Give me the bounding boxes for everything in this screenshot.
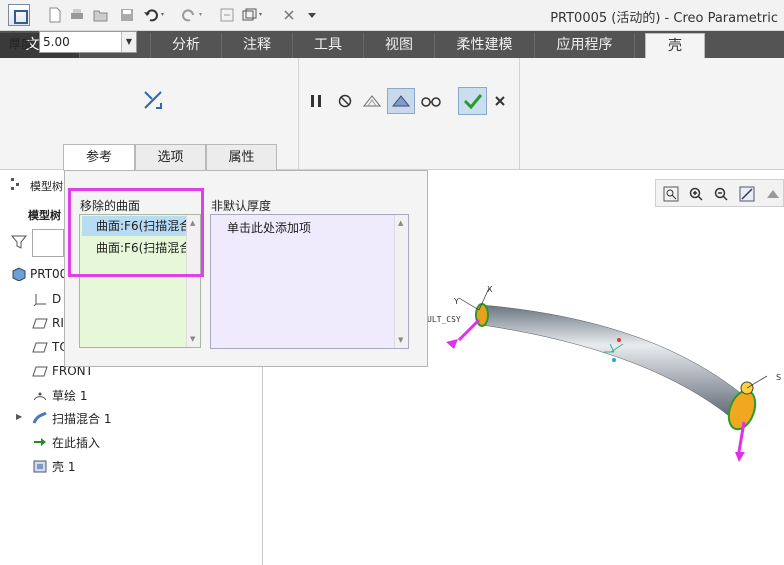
title-bar: PRT0005 (活动的) - Creo Parametric: [0, 0, 784, 31]
zoom-in-icon[interactable]: [686, 184, 706, 204]
subtab-properties[interactable]: 属性: [206, 144, 277, 171]
ok-check-icon[interactable]: [458, 87, 487, 115]
tree-item-shell[interactable]: 壳 1: [32, 456, 75, 476]
swept-blend-icon: [32, 411, 47, 424]
pause-icon[interactable]: [307, 91, 325, 111]
ribbon-divider: [519, 58, 520, 170]
filter-icon[interactable]: [10, 232, 28, 252]
datum-plane-icon: [32, 342, 48, 353]
thickness-dropdown-button[interactable]: ▼: [121, 32, 136, 52]
datum-plane-icon: [32, 366, 48, 377]
swept-pipe-body: [481, 304, 750, 421]
model-tree-title: 模型树: [30, 180, 63, 193]
tree-item-sketch[interactable]: 草绘 1: [32, 385, 87, 405]
undo-icon[interactable]: [142, 5, 168, 25]
end-label: S: [776, 373, 781, 382]
check-model-icon[interactable]: [387, 88, 415, 114]
tab-applications[interactable]: 应用程序: [535, 33, 635, 58]
tab-tools[interactable]: 工具: [293, 33, 364, 58]
non-default-thickness-list[interactable]: 单击此处添加项 ▲ ▼: [210, 214, 409, 349]
expand-arrow-icon[interactable]: ▶: [16, 412, 22, 421]
model-tree-icon: [9, 177, 23, 191]
thickness-label: 厚度: [9, 37, 34, 51]
axis-y-label: Y: [453, 297, 459, 306]
tree-search-input[interactable]: [32, 229, 64, 257]
regenerate-icon[interactable]: [218, 5, 236, 25]
tree-item-right-plane[interactable]: RI: [32, 313, 64, 333]
tree-item-csys[interactable]: D: [32, 289, 61, 309]
tab-shell[interactable]: 壳: [645, 33, 705, 58]
add-item-placeholder[interactable]: 单击此处添加项: [227, 219, 311, 236]
customize-toolbar-icon[interactable]: [304, 5, 320, 25]
save-icon[interactable]: [118, 5, 136, 25]
shell-feature-icon: [33, 460, 47, 473]
tree-item-part[interactable]: PRT00: [10, 264, 67, 284]
graphics-toolbar: [655, 179, 784, 207]
subtab-options[interactable]: 选项: [135, 144, 206, 171]
part-icon: [12, 267, 26, 281]
print-icon[interactable]: [68, 5, 86, 25]
csys-label: ULT_CSY: [427, 315, 461, 324]
model-tree-label: 模型树: [28, 209, 61, 222]
subtab-references[interactable]: 参考: [63, 144, 135, 171]
repaint-icon[interactable]: [737, 184, 757, 204]
close-window-icon[interactable]: [281, 5, 297, 25]
display-style-icon[interactable]: [763, 184, 783, 204]
ribbon-divider: [298, 58, 299, 170]
windows-icon[interactable]: [240, 5, 266, 25]
insert-arrow-icon: [34, 438, 46, 446]
tab-annotate[interactable]: 注释: [222, 33, 293, 58]
tree-item-swept-blend[interactable]: 扫描混合 1: [32, 408, 111, 428]
new-file-icon[interactable]: [46, 5, 64, 25]
datum-plane-icon: [32, 318, 48, 329]
refit-icon[interactable]: [661, 184, 681, 204]
flip-direction-icon[interactable]: [142, 89, 164, 111]
tree-item-insert-here[interactable]: 在此插入: [32, 432, 100, 452]
annotation-highlight-box: [68, 188, 204, 277]
coordinate-system-icon: [33, 294, 46, 306]
app-menu-button[interactable]: [8, 4, 30, 26]
csys-origin-marker: [612, 358, 616, 362]
axis-x-label: X: [487, 285, 493, 294]
non-default-thickness-label: 非默认厚度: [211, 199, 272, 213]
sketch-icon: [33, 392, 47, 401]
tab-analysis[interactable]: 分析: [151, 33, 222, 58]
tab-flexible-modeling[interactable]: 柔性建模: [435, 33, 535, 58]
no-preview-icon[interactable]: [336, 91, 354, 111]
list-scrollbar[interactable]: ▲ ▼: [394, 215, 408, 348]
preview-icon[interactable]: [360, 90, 384, 112]
open-icon[interactable]: [92, 5, 110, 25]
zoom-out-icon[interactable]: [711, 184, 731, 204]
tab-view[interactable]: 视图: [364, 33, 435, 58]
redo-icon[interactable]: [180, 5, 206, 25]
window-title: PRT0005 (活动的) - Creo Parametric: [550, 11, 778, 26]
verify-glasses-icon[interactable]: [419, 90, 443, 112]
pink-arrow: [457, 318, 481, 342]
cancel-x-icon[interactable]: [492, 92, 508, 110]
